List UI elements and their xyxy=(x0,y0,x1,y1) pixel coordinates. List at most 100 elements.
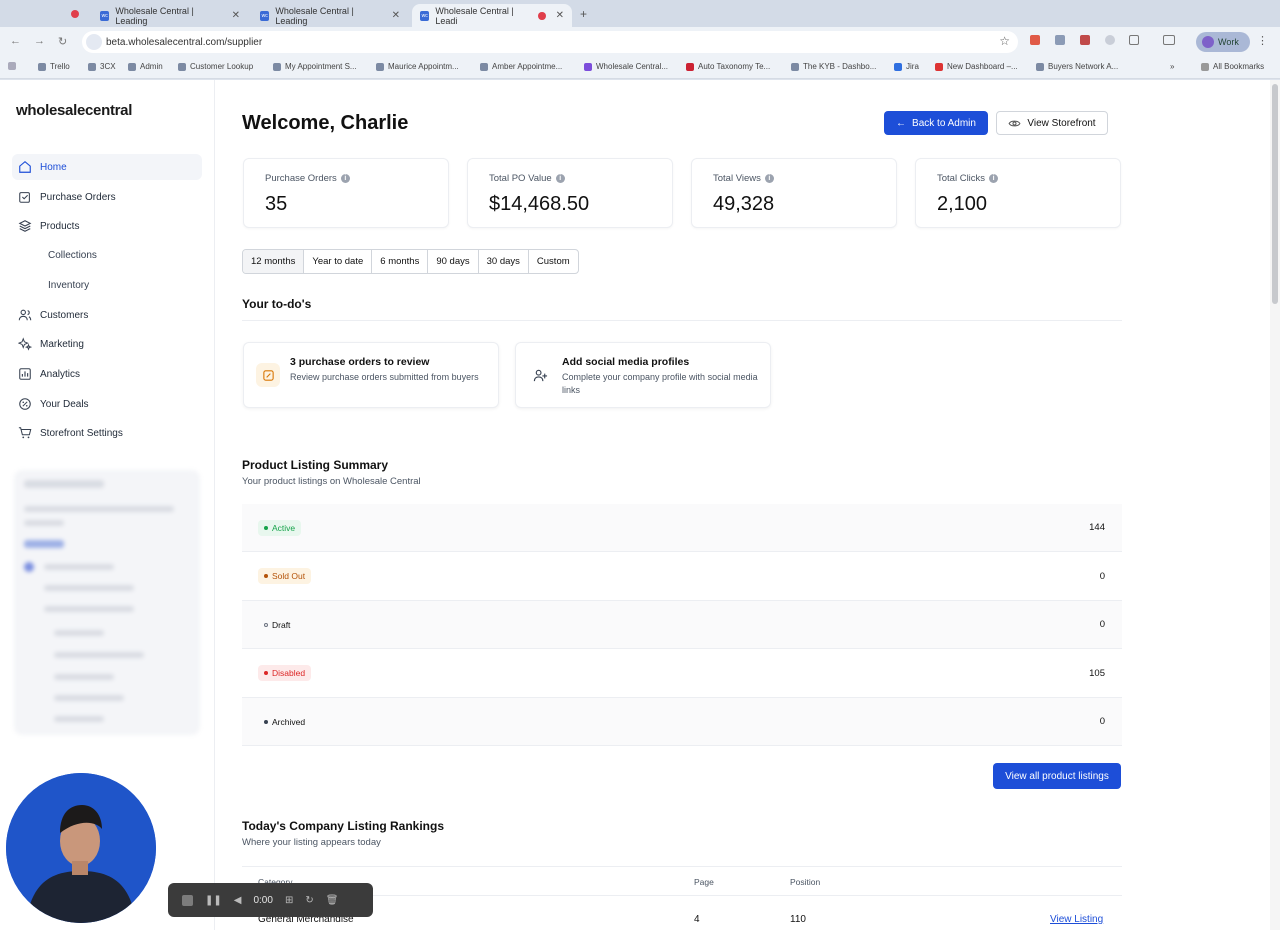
table-row: Archived 0 xyxy=(242,698,1122,746)
table-row: Draft 0 xyxy=(242,601,1122,649)
page-scrollbar[interactable] xyxy=(1270,80,1280,930)
range-custom[interactable]: Custom xyxy=(529,250,578,273)
all-bookmarks[interactable]: All Bookmarks xyxy=(1201,62,1264,71)
bookmark-item[interactable]: Jira xyxy=(894,62,919,71)
sidebar-item-customers[interactable]: Customers xyxy=(12,302,202,328)
sidebar-item-products[interactable]: Products xyxy=(12,213,202,239)
edit-document-icon xyxy=(256,363,280,387)
apps-grid-icon[interactable] xyxy=(8,62,16,70)
bookmarks-overflow-icon[interactable]: » xyxy=(1170,62,1174,71)
date-range-selector: 12 months Year to date 6 months 90 days … xyxy=(242,249,579,274)
table-row: General Merchandise 4 110 View Listing xyxy=(242,902,1122,930)
close-tab-icon[interactable]: ✕ xyxy=(232,10,240,21)
view-listing-link[interactable]: View Listing xyxy=(1050,914,1103,925)
chart-icon xyxy=(19,368,31,380)
pause-icon[interactable]: ❚❚ xyxy=(205,895,222,906)
sidebar-item-your-deals[interactable]: Your Deals xyxy=(12,391,202,417)
back-to-admin-button[interactable]: ← Back to Admin xyxy=(884,111,988,135)
address-bar[interactable]: beta.wholesalecentral.com/supplier ☆ xyxy=(82,31,1018,53)
rank-position: 110 xyxy=(790,914,806,925)
kpi-label: Purchase Orders xyxy=(265,173,337,184)
todo-title: 3 purchase orders to review xyxy=(290,356,430,368)
bookmark-item[interactable]: Admin xyxy=(128,62,163,71)
page-title: Welcome, Charlie xyxy=(242,112,409,134)
kpi-card-total-views: Total Views i 49,328 xyxy=(691,158,897,228)
bookmark-item[interactable]: My Appointment S... xyxy=(273,62,357,71)
status-dot-icon xyxy=(264,574,268,578)
bookmark-item[interactable]: New Dashboard –... xyxy=(935,62,1018,71)
wc-favicon-icon: wc xyxy=(100,10,110,21)
site-info-icon[interactable] xyxy=(86,34,102,50)
home-icon xyxy=(19,161,31,173)
extension-icon[interactable] xyxy=(1105,35,1115,45)
range-6-months[interactable]: 6 months xyxy=(372,250,429,273)
stop-icon[interactable] xyxy=(182,894,193,906)
table-row: Sold Out 0 xyxy=(242,553,1122,601)
status-dot-icon xyxy=(264,525,268,530)
range-12-months[interactable]: 12 months xyxy=(243,250,305,273)
sidebar-item-marketing[interactable]: Marketing xyxy=(12,331,202,357)
bookmark-item[interactable]: Buyers Network A... xyxy=(1036,62,1118,71)
extension-icon[interactable] xyxy=(1080,35,1090,45)
info-icon[interactable]: i xyxy=(555,174,565,183)
kpi-value: 35 xyxy=(265,193,288,215)
status-label: Draft xyxy=(272,619,291,630)
purchase-orders-icon xyxy=(19,192,30,203)
browser-tab-2[interactable]: wc Wholesale Central | Leading ✕ xyxy=(252,4,408,27)
sidebar-item-collections[interactable]: Collections xyxy=(48,250,97,261)
range-90-days[interactable]: 90 days xyxy=(428,250,479,273)
browser-tab-1[interactable]: wc Wholesale Central | Leading ✕ xyxy=(92,4,248,27)
kpi-label: Total Clicks xyxy=(937,173,986,184)
range-30-days[interactable]: 30 days xyxy=(479,250,529,273)
forward-arrow-icon[interactable]: → xyxy=(34,35,45,47)
info-icon[interactable]: i xyxy=(989,174,999,183)
sidebar-item-purchase-orders[interactable]: Purchase Orders xyxy=(12,184,202,210)
info-icon[interactable]: i xyxy=(340,174,350,183)
trash-icon[interactable]: 🗑 xyxy=(326,895,339,906)
logo[interactable]: wholesalecentral xyxy=(16,102,132,119)
back-arrow-icon[interactable]: ← xyxy=(10,35,21,47)
extension-icon[interactable] xyxy=(1030,35,1040,45)
reload-icon[interactable]: ↻ xyxy=(58,35,67,48)
bookmark-item[interactable]: Maurice Appointm... xyxy=(376,62,459,71)
star-icon[interactable]: ☆ xyxy=(999,34,1010,48)
extension-icon[interactable] xyxy=(1055,35,1065,45)
sidebar-item-label: Your Deals xyxy=(40,398,89,410)
side-panel-icon[interactable] xyxy=(1163,35,1175,45)
view-all-listings-button[interactable]: View all product listings xyxy=(993,763,1121,789)
kpi-label: Total PO Value xyxy=(489,173,552,184)
close-tab-icon[interactable]: ✕ xyxy=(392,10,400,21)
todo-card-purchase-orders[interactable]: 3 purchase orders to review Review purch… xyxy=(243,342,499,408)
grid-icon[interactable]: ⊞ xyxy=(285,895,293,906)
bookmark-item[interactable]: Trello xyxy=(38,62,70,71)
bookmark-item[interactable]: Amber Appointme... xyxy=(480,62,562,71)
bookmark-item[interactable]: Wholesale Central... xyxy=(584,62,668,71)
close-tab-icon[interactable]: ✕ xyxy=(556,10,564,21)
sidebar-item-home[interactable]: Home xyxy=(12,154,202,180)
bookmark-item[interactable]: The KYB - Dashbo... xyxy=(791,62,876,71)
column-header: Position xyxy=(790,877,821,887)
profile-button[interactable]: Work xyxy=(1196,32,1250,52)
new-tab-button[interactable]: + xyxy=(580,7,587,21)
tab-bar: wc Wholesale Central | Leading ✕ wc Whol… xyxy=(0,0,1280,27)
recording-timer: 0:00 xyxy=(253,894,273,906)
browser-tab-3[interactable]: wc Wholesale Central | Leadi ✕ xyxy=(412,4,572,27)
sidebar-item-inventory[interactable]: Inventory xyxy=(48,280,89,291)
restart-icon[interactable]: ↻ xyxy=(305,895,313,906)
range-year-to-date[interactable]: Year to date xyxy=(304,250,373,273)
sidebar-item-analytics[interactable]: Analytics xyxy=(12,361,202,387)
sidebar-item-label: Products xyxy=(40,220,80,232)
bookmark-item[interactable]: Auto Taxonomy Te... xyxy=(686,62,770,71)
bookmark-item[interactable]: Customer Lookup xyxy=(178,62,253,71)
view-storefront-button[interactable]: View Storefront xyxy=(996,111,1108,135)
info-icon[interactable]: i xyxy=(764,174,774,183)
kpi-value: $14,468.50 xyxy=(489,193,590,215)
scrollbar-thumb[interactable] xyxy=(1272,84,1278,304)
sidebar-item-storefront-settings[interactable]: Storefront Settings xyxy=(12,420,202,446)
menu-dots-icon[interactable]: ⋮ xyxy=(1257,34,1268,47)
todo-card-social-media[interactable]: Add social media profiles Complete your … xyxy=(515,342,771,408)
bookmark-item[interactable]: 3CX xyxy=(88,62,116,71)
webcam-overlay[interactable] xyxy=(6,773,156,923)
mute-icon[interactable]: ◀ xyxy=(234,895,242,906)
puzzle-icon[interactable] xyxy=(1129,35,1139,45)
